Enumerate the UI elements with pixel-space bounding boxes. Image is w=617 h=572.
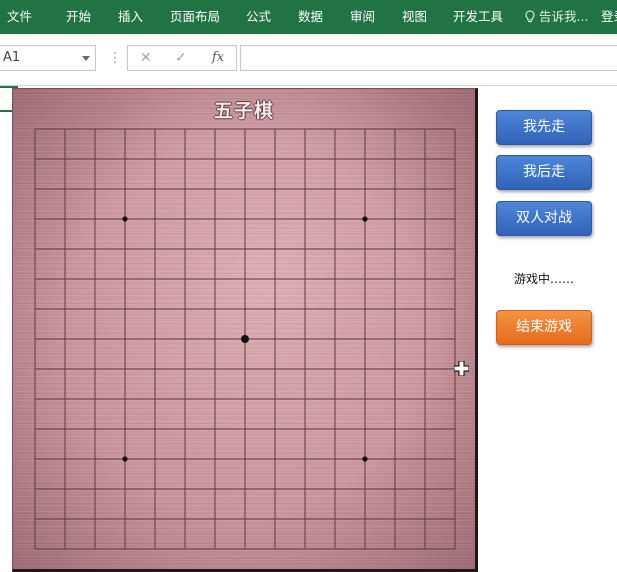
insert-function-icon[interactable]: fx: [212, 46, 224, 70]
star-point: [362, 456, 368, 462]
enter-icon[interactable]: ✓: [175, 46, 187, 70]
move-cursor-icon: [454, 361, 469, 376]
tab-review[interactable]: 审阅: [350, 0, 375, 34]
tab-file[interactable]: 文件: [7, 0, 32, 34]
star-point: [362, 216, 368, 222]
first-move-button[interactable]: 我先走: [496, 110, 592, 145]
tell-me-box[interactable]: 告诉我...: [525, 0, 588, 34]
formula-input[interactable]: [240, 45, 617, 71]
tab-page-layout[interactable]: 页面布局: [170, 0, 220, 34]
game-status: 游戏中……: [514, 272, 575, 286]
lightbulb-icon: [525, 10, 535, 23]
chevron-down-icon[interactable]: [82, 56, 90, 61]
tab-data[interactable]: 数据: [298, 0, 323, 34]
second-move-button[interactable]: 我后走: [496, 155, 592, 190]
formula-buttons: ✕ ✓ fx: [127, 45, 237, 71]
drag-handle-icon[interactable]: ⋮: [108, 49, 122, 67]
center-star-point: [241, 335, 249, 343]
star-point: [122, 456, 128, 462]
tab-home[interactable]: 开始: [66, 0, 91, 34]
tab-developer[interactable]: 开发工具: [453, 0, 503, 34]
name-box[interactable]: A1: [0, 45, 96, 71]
end-game-button[interactable]: 结束游戏: [496, 310, 592, 345]
star-point: [122, 216, 128, 222]
ribbon-tab-bar: 文件 开始 插入 页面布局 公式 数据 审阅 视图 开发工具 告诉我... 登录: [0, 0, 617, 34]
tab-insert[interactable]: 插入: [118, 0, 143, 34]
board-grid[interactable]: [13, 89, 478, 572]
tab-formulas[interactable]: 公式: [246, 0, 271, 34]
tell-me-label: 告诉我...: [539, 9, 589, 24]
formula-bar: A1 ⋮ ✕ ✓ fx: [0, 34, 617, 86]
gomoku-board[interactable]: 五子棋: [12, 88, 478, 572]
cancel-icon[interactable]: ✕: [140, 46, 152, 70]
worksheet[interactable]: 五子棋 我先走 我后走 双人对战 游戏中…… 结束游戏: [0, 86, 617, 572]
name-box-value: A1: [3, 50, 21, 65]
tab-view[interactable]: 视图: [402, 0, 427, 34]
two-player-button[interactable]: 双人对战: [496, 201, 592, 236]
login-link[interactable]: 登录: [601, 0, 617, 34]
